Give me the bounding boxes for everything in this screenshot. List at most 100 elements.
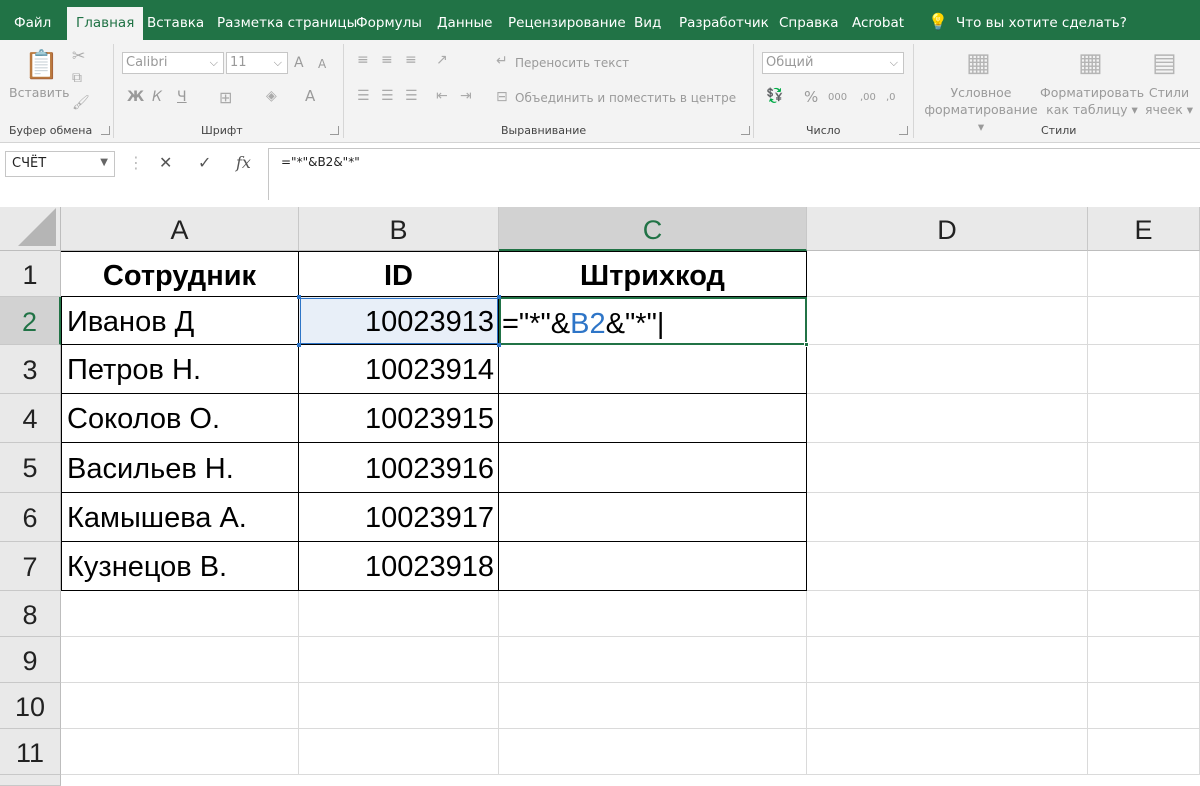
format-as-table-button[interactable]: Форматировать как таблицу ▾ [1040, 84, 1144, 118]
row-header-8[interactable]: 8 [0, 591, 61, 637]
row-header-10[interactable]: 10 [0, 683, 61, 729]
cell-d8[interactable] [807, 591, 1088, 637]
italic-button[interactable]: К [152, 89, 162, 105]
cell-e5[interactable] [1088, 443, 1200, 493]
align-middle-icon[interactable]: ≡ [381, 52, 393, 68]
row-header-4[interactable]: 4 [0, 394, 61, 443]
ref-handle-tl[interactable] [297, 295, 301, 299]
cell-e9[interactable] [1088, 637, 1200, 683]
cell-e10[interactable] [1088, 683, 1200, 729]
cell-a4[interactable]: Соколов О. [61, 394, 299, 443]
cell-a9[interactable] [61, 637, 299, 683]
cell-d1[interactable] [807, 251, 1088, 297]
cell-c9[interactable] [499, 637, 807, 683]
clipboard-launcher-icon[interactable] [101, 126, 110, 135]
row-header-3[interactable]: 3 [0, 345, 61, 394]
row-header-2[interactable]: 2 [0, 297, 61, 345]
tab-formulas[interactable]: Формулы [356, 15, 422, 31]
font-launcher-icon[interactable] [330, 126, 339, 135]
bold-button[interactable]: Ж [127, 89, 144, 105]
ref-handle-bl[interactable] [297, 343, 301, 347]
cell-b8[interactable] [299, 591, 499, 637]
cell-a2[interactable]: Иванов Д [61, 297, 299, 345]
column-header-a[interactable]: A [61, 207, 299, 251]
copy-icon[interactable]: ⧉ [72, 70, 82, 86]
orientation-icon[interactable]: ↗ [436, 52, 448, 68]
tab-help[interactable]: Справка [779, 15, 838, 31]
fill-color-icon[interactable]: ◈ [266, 88, 277, 104]
tab-insert[interactable]: Вставка [147, 15, 204, 31]
align-top-icon[interactable]: ≡ [357, 52, 369, 68]
underline-button[interactable]: Ч [177, 89, 187, 105]
cell-d3[interactable] [807, 345, 1088, 394]
cell-b7[interactable]: 10023918 [299, 542, 499, 591]
column-header-b[interactable]: B [299, 207, 499, 251]
insert-function-icon[interactable]: fx [236, 153, 251, 172]
tab-developer[interactable]: Разработчик [679, 15, 769, 31]
shrink-font-button[interactable]: A [318, 57, 326, 71]
cell-e8[interactable] [1088, 591, 1200, 637]
cell-a10[interactable] [61, 683, 299, 729]
cell-a6[interactable]: Камышева А. [61, 493, 299, 542]
indent-icon[interactable]: ⇤ [436, 88, 448, 104]
cell-e11[interactable] [1088, 729, 1200, 775]
cell-c8[interactable] [499, 591, 807, 637]
cell-a8[interactable] [61, 591, 299, 637]
tab-acrobat[interactable]: Acrobat [852, 15, 904, 31]
tell-me-search[interactable]: Что вы хотите сделать? [956, 15, 1127, 31]
cell-c11[interactable] [499, 729, 807, 775]
cell-b2[interactable]: 10023913 [299, 297, 499, 345]
wrap-text-button[interactable]: Переносить текст [515, 56, 629, 70]
ref-handle-br[interactable] [497, 343, 501, 347]
align-left-icon[interactable]: ☰ [357, 88, 370, 104]
cell-b4[interactable]: 10023915 [299, 394, 499, 443]
row-header-1[interactable]: 1 [0, 251, 61, 297]
grow-font-button[interactable]: A [294, 55, 304, 71]
cell-e2[interactable] [1088, 297, 1200, 345]
cell-c2-editing[interactable]: ="*"&B2&"*"| [499, 297, 807, 345]
alignment-launcher-icon[interactable] [741, 126, 750, 135]
row-header-11[interactable]: 11 [0, 729, 61, 775]
cell-d4[interactable] [807, 394, 1088, 443]
tab-view[interactable]: Вид [634, 15, 661, 31]
ref-handle-tr[interactable] [497, 295, 501, 299]
cell-c1[interactable]: Штрихкод [499, 251, 807, 297]
cell-a11[interactable] [61, 729, 299, 775]
cell-e4[interactable] [1088, 394, 1200, 443]
cell-c3[interactable] [499, 345, 807, 394]
cell-b5[interactable]: 10023916 [299, 443, 499, 493]
cell-styles-button[interactable]: Стили ячеек ▾ [1144, 84, 1194, 118]
cell-b3[interactable]: 10023914 [299, 345, 499, 394]
align-center-icon[interactable]: ☰ [381, 88, 394, 104]
cell-b11[interactable] [299, 729, 499, 775]
merge-center-button[interactable]: Объединить и поместить в центре [515, 91, 736, 105]
borders-icon[interactable]: ⊞ [219, 88, 232, 107]
cell-d2[interactable] [807, 297, 1088, 345]
cell-a3[interactable]: Петров Н. [61, 345, 299, 394]
number-launcher-icon[interactable] [899, 126, 908, 135]
increase-decimal-button[interactable]: ,00 [860, 92, 876, 103]
enter-icon[interactable]: ✓ [198, 153, 211, 172]
percent-button[interactable]: % [804, 88, 818, 106]
cell-d11[interactable] [807, 729, 1088, 775]
tab-home[interactable]: Главная [67, 7, 144, 40]
cell-d6[interactable] [807, 493, 1088, 542]
column-header-c[interactable]: C [499, 207, 807, 251]
cell-d9[interactable] [807, 637, 1088, 683]
cell-b9[interactable] [299, 637, 499, 683]
align-bottom-icon[interactable]: ≡ [405, 52, 417, 68]
thousands-button[interactable]: 000 [828, 92, 847, 103]
row-header-5[interactable]: 5 [0, 443, 61, 493]
row-header-7[interactable]: 7 [0, 542, 61, 591]
cut-icon[interactable]: ✂ [72, 46, 85, 65]
cell-e7[interactable] [1088, 542, 1200, 591]
cell-e3[interactable] [1088, 345, 1200, 394]
align-right-icon[interactable]: ☰ [405, 88, 418, 104]
cell-d7[interactable] [807, 542, 1088, 591]
decrease-decimal-button[interactable]: ,0 [886, 92, 896, 103]
tab-page-layout[interactable]: Разметка страницы [217, 15, 357, 31]
cell-c7[interactable] [499, 542, 807, 591]
cancel-icon[interactable]: ✕ [159, 153, 172, 172]
number-format-select[interactable]: Общий ⌵ [762, 52, 904, 74]
cell-a7[interactable]: Кузнецов В. [61, 542, 299, 591]
